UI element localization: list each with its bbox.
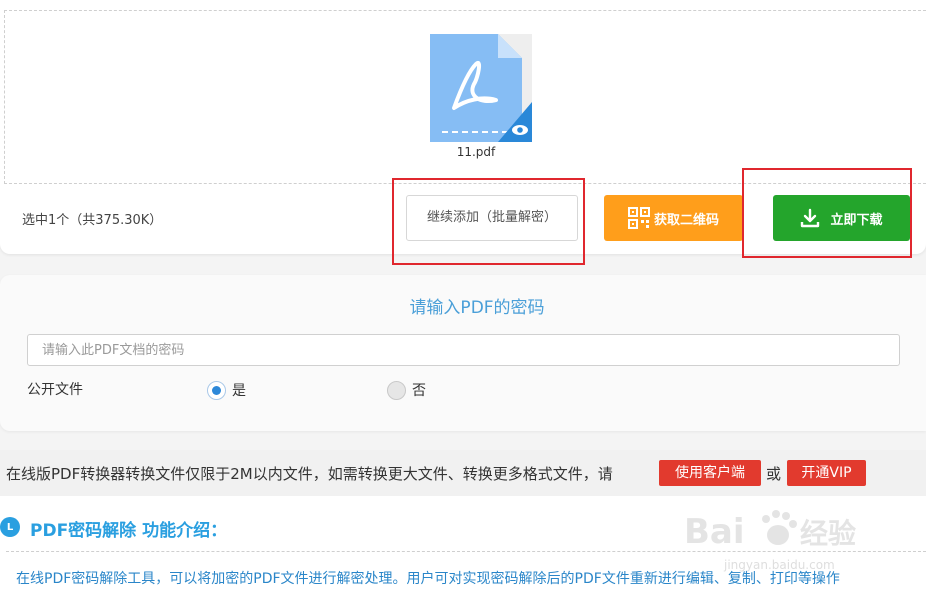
- file-name: 11.pdf: [456, 145, 496, 159]
- preview-eye-icon[interactable]: [512, 125, 528, 135]
- or-text: 或: [766, 465, 782, 483]
- password-title: 请输入PDF的密码: [409, 298, 545, 318]
- section-bullet-icon: L: [0, 517, 20, 537]
- public-file-label: 公开文件: [27, 382, 83, 398]
- intro-title: PDF密码解除 功能介绍：: [30, 521, 228, 541]
- public-yes-radio[interactable]: 是: [207, 380, 246, 400]
- download-now-button[interactable]: 立即下载: [773, 195, 910, 241]
- pdf-file-icon: [430, 34, 532, 144]
- qr-button-label: 获取二维码: [653, 212, 719, 228]
- qr-code-icon: [627, 207, 650, 229]
- notice-text: 在线版PDF转换器转换文件仅限于2M以内文件，如需转换更大文件、转换更多格式文件…: [6, 465, 613, 483]
- continue-add-button[interactable]: 继续添加（批量解密）: [406, 195, 578, 241]
- password-input[interactable]: [27, 334, 900, 366]
- public-no-radio[interactable]: 否: [387, 380, 426, 400]
- selection-info: 选中1个（共375.30K）: [22, 213, 163, 228]
- pdf-file-thumbnail[interactable]: [426, 24, 532, 144]
- intro-description: 在线PDF密码解除工具，可以将加密的PDF文件进行解密处理。用户可对实现密码解除…: [16, 571, 840, 587]
- download-icon: [801, 208, 820, 228]
- get-qr-code-button[interactable]: 获取二维码: [604, 195, 743, 241]
- open-vip-button[interactable]: 开通VIP: [787, 460, 866, 486]
- use-client-button[interactable]: 使用客户端: [659, 460, 761, 486]
- public-yes-label: 是: [232, 383, 246, 399]
- radio-checked-icon: [207, 380, 226, 400]
- public-no-label: 否: [412, 383, 426, 399]
- intro-divider: [6, 551, 926, 552]
- download-button-label: 立即下载: [830, 212, 883, 228]
- radio-unchecked-icon: [387, 380, 406, 400]
